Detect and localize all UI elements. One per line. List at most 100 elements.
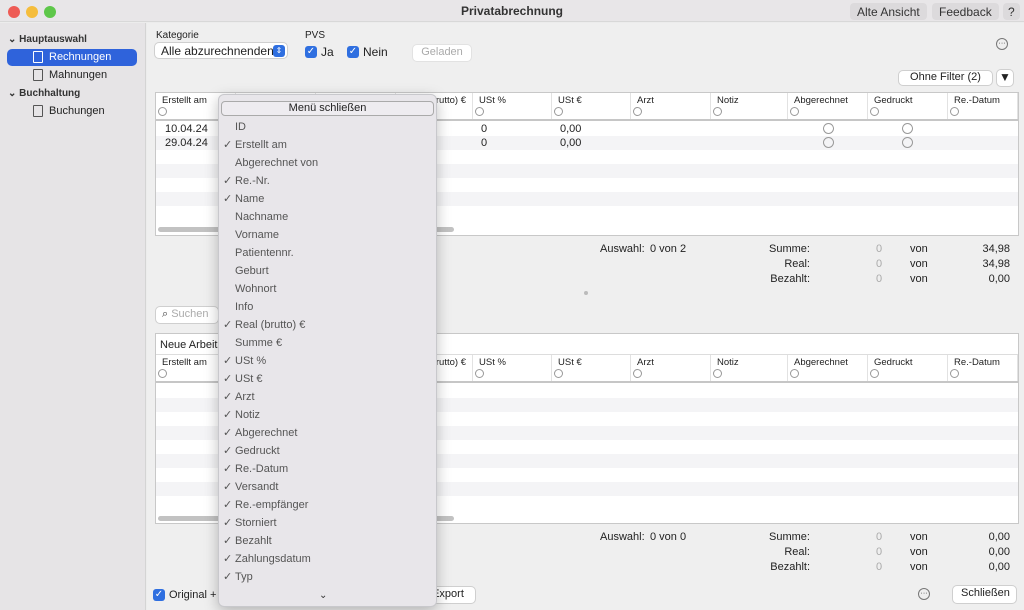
column-header-ust-[interactable]: USt % xyxy=(473,355,552,381)
gedruckt-radio[interactable] xyxy=(902,123,913,134)
sort-radio-icon[interactable] xyxy=(633,369,642,378)
menu-item-versandt[interactable]: ✓ Versandt xyxy=(223,478,433,496)
checkmark-icon: ✓ xyxy=(223,139,233,151)
auswahl-value: 0 von 2 xyxy=(650,243,687,255)
column-header-notiz[interactable]: Notiz xyxy=(711,355,788,381)
split-handle[interactable] xyxy=(584,291,588,295)
sort-radio-icon[interactable] xyxy=(158,107,167,116)
menu-item-info[interactable]: Info xyxy=(223,298,433,316)
menu-item-re-datum[interactable]: ✓ Re.-Datum xyxy=(223,460,433,478)
ja-checkbox[interactable]: ✓ xyxy=(305,46,317,58)
real-label: Real: xyxy=(784,546,810,558)
close-menu-button[interactable]: Menü schließen xyxy=(221,101,434,116)
checkmark-icon: ✓ xyxy=(223,355,233,367)
sidebar-item-buchungen[interactable]: Buchungen xyxy=(7,103,137,120)
help-button[interactable]: ? xyxy=(1003,3,1020,20)
sidebar-item-mahnungen[interactable]: Mahnungen xyxy=(7,67,137,84)
summe-label: Summe: xyxy=(769,531,810,543)
sort-radio-icon[interactable] xyxy=(950,369,959,378)
menu-item-real-brutto-[interactable]: ✓ Real (brutto) € xyxy=(223,316,433,334)
real-von: von xyxy=(910,258,928,270)
sort-radio-icon[interactable] xyxy=(870,369,879,378)
menu-item-abgerechnet[interactable]: ✓ Abgerechnet xyxy=(223,424,433,442)
table-title: Neue Arbeits xyxy=(160,339,223,351)
abgerechnet-radio[interactable] xyxy=(823,123,834,134)
sidebar-section-buchhaltung[interactable]: ⌄ Buchhaltung xyxy=(8,88,80,99)
more-options-icon[interactable]: ··· xyxy=(996,38,1008,50)
sort-radio-icon[interactable] xyxy=(713,107,722,116)
sort-radio-icon[interactable] xyxy=(713,369,722,378)
sidebar-section-hauptauswahl[interactable]: ⌄ Hauptauswahl xyxy=(8,34,87,45)
gedruckt-radio[interactable] xyxy=(902,137,913,148)
menu-item-arzt[interactable]: ✓ Arzt xyxy=(223,388,433,406)
menu-item-notiz[interactable]: ✓ Notiz xyxy=(223,406,433,424)
checkmark-icon: ✓ xyxy=(223,193,233,205)
menu-item-id[interactable]: ID xyxy=(223,118,433,136)
column-header-re-datum[interactable]: Re.-Datum xyxy=(948,355,1018,381)
menu-item-abgerechnet-von[interactable]: Abgerechnet von xyxy=(223,154,433,172)
menu-item-re-empf-nger[interactable]: ✓ Re.-empfänger xyxy=(223,496,433,514)
bezahlt-total: 0,00 xyxy=(988,273,1010,285)
sort-radio-icon[interactable] xyxy=(554,107,563,116)
sort-radio-icon[interactable] xyxy=(950,107,959,116)
search-input[interactable]: ⌕ Suchen xyxy=(155,306,219,324)
menu-item-label: Typ xyxy=(235,571,253,583)
sort-radio-icon[interactable] xyxy=(158,369,167,378)
menu-item-typ[interactable]: ✓ Typ xyxy=(223,568,433,586)
menu-item-geburt[interactable]: Geburt xyxy=(223,262,433,280)
menu-item-ust-[interactable]: ✓ USt € xyxy=(223,370,433,388)
filter-icon[interactable]: ▼ xyxy=(996,69,1014,87)
original-checkbox[interactable]: ✓ xyxy=(153,589,165,601)
scroll-down-icon[interactable]: ⌄ xyxy=(319,590,327,601)
cell-erstellt-am: 10.04.24 xyxy=(165,123,208,135)
menu-item-nachname[interactable]: Nachname xyxy=(223,208,433,226)
column-header-ust-[interactable]: USt € xyxy=(552,355,631,381)
menu-item-ust-[interactable]: ✓ USt % xyxy=(223,352,433,370)
menu-item-wohnort[interactable]: Wohnort xyxy=(223,280,433,298)
column-header-re-datum[interactable]: Re.-Datum xyxy=(948,93,1018,119)
menu-item-gedruckt[interactable]: ✓ Gedruckt xyxy=(223,442,433,460)
kategorie-select[interactable]: Alle abzurechnenden ⇕ xyxy=(154,42,288,59)
column-header-arzt[interactable]: Arzt xyxy=(631,355,711,381)
sort-radio-icon[interactable] xyxy=(633,107,642,116)
column-label: Abgerechnet xyxy=(794,95,848,106)
menu-item-re-nr-[interactable]: ✓ Re.-Nr. xyxy=(223,172,433,190)
sidebar-item-rechnungen[interactable]: Rechnungen xyxy=(7,49,137,66)
column-header-arzt[interactable]: Arzt xyxy=(631,93,711,119)
column-label: USt € xyxy=(558,357,582,368)
menu-item-storniert[interactable]: ✓ Storniert xyxy=(223,514,433,532)
feedback-button[interactable]: Feedback xyxy=(932,3,999,20)
sort-radio-icon[interactable] xyxy=(790,107,799,116)
column-header-ust-[interactable]: USt % xyxy=(473,93,552,119)
column-header-abgerechnet[interactable]: Abgerechnet xyxy=(788,355,868,381)
column-header-abgerechnet[interactable]: Abgerechnet xyxy=(788,93,868,119)
column-header-notiz[interactable]: Notiz xyxy=(711,93,788,119)
menu-item-name[interactable]: ✓ Name xyxy=(223,190,433,208)
column-header-gedruckt[interactable]: Gedruckt xyxy=(868,355,948,381)
menu-item-bezahlt[interactable]: ✓ Bezahlt xyxy=(223,532,433,550)
sort-radio-icon[interactable] xyxy=(475,369,484,378)
summe-von: von xyxy=(910,531,928,543)
menu-item-vorname[interactable]: Vorname xyxy=(223,226,433,244)
column-menu: Menü schließen ⌄ ID ✓ Erstellt am Abgerechn… xyxy=(218,94,437,607)
nein-checkbox[interactable]: ✓ xyxy=(347,46,359,58)
sort-radio-icon[interactable] xyxy=(870,107,879,116)
menu-item-zahlungsdatum[interactable]: ✓ Zahlungsdatum xyxy=(223,550,433,568)
geladen-button[interactable]: Geladen xyxy=(412,44,472,62)
invoice-icon xyxy=(33,51,43,63)
sort-radio-icon[interactable] xyxy=(790,369,799,378)
ohne-filter-button[interactable]: Ohne Filter (2) xyxy=(898,70,993,86)
menu-item-erstellt-am[interactable]: ✓ Erstellt am xyxy=(223,136,433,154)
column-header-ust-[interactable]: USt € xyxy=(552,93,631,119)
menu-item-patientennr-[interactable]: Patientennr. xyxy=(223,244,433,262)
more-options-icon[interactable]: ··· xyxy=(918,588,930,600)
alte-ansicht-button[interactable]: Alte Ansicht xyxy=(850,3,927,20)
sort-radio-icon[interactable] xyxy=(554,369,563,378)
menu-item-label: Bezahlt xyxy=(235,535,272,547)
menu-item-label: Vorname xyxy=(235,229,280,241)
column-header-gedruckt[interactable]: Gedruckt xyxy=(868,93,948,119)
schliessen-button[interactable]: Schließen xyxy=(952,585,1017,604)
menu-item-summe-[interactable]: Summe € xyxy=(223,334,433,352)
sort-radio-icon[interactable] xyxy=(475,107,484,116)
abgerechnet-radio[interactable] xyxy=(823,137,834,148)
